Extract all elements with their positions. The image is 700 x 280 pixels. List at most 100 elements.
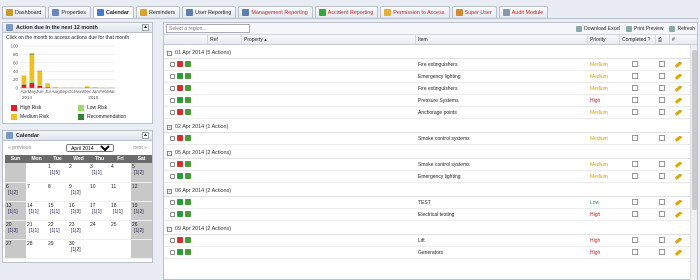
expand-row-icon[interactable] (170, 61, 175, 67)
day-action-count[interactable]: [1|1] (50, 209, 67, 215)
day-action-count[interactable]: [1|1] (29, 228, 46, 234)
tab-accident-reporting[interactable]: Accident Reporting (314, 6, 379, 18)
table-row[interactable]: Electrical testing High (164, 209, 697, 221)
risk-icon[interactable] (177, 60, 183, 67)
risk-icon[interactable] (177, 172, 183, 179)
calendar-day[interactable]: 1 [1|5] (47, 163, 68, 183)
expand-row-icon[interactable] (170, 173, 175, 179)
day-action-count[interactable]: [1|1] (50, 228, 67, 234)
edit-pencil-icon[interactable] (674, 237, 683, 244)
risk-icon[interactable] (177, 160, 183, 167)
calendar-day[interactable]: 11 (110, 182, 131, 202)
edit-pencil-icon[interactable] (674, 211, 683, 218)
date-group-header[interactable]: −05 Apr 2014 (2 Actions) (164, 148, 697, 159)
print-checkbox[interactable] (659, 210, 665, 217)
action-icon[interactable] (185, 160, 191, 167)
edit-pencil-icon[interactable] (674, 173, 683, 180)
action-icon[interactable] (185, 84, 191, 91)
calendar-day[interactable]: 27 (5, 239, 26, 259)
print-checkbox[interactable] (659, 172, 665, 179)
risk-icon[interactable] (177, 248, 183, 255)
x-tick-label[interactable]: Jul (45, 89, 51, 94)
x-tick-label[interactable]: Jan (92, 89, 100, 94)
date-group-header[interactable]: −06 Apr 2014 (2 Actions) (164, 186, 697, 197)
completed-checkbox[interactable] (632, 248, 638, 255)
table-row[interactable]: Emergency lighting Medium (164, 171, 697, 183)
expand-row-icon[interactable] (170, 161, 175, 167)
day-action-count[interactable]: [1|5] (50, 170, 67, 176)
risk-icon[interactable] (177, 108, 183, 115)
risk-icon[interactable] (177, 198, 183, 205)
day-action-count[interactable]: [1|1] (29, 209, 46, 215)
edit-pencil-icon[interactable] (674, 135, 683, 142)
completed-checkbox[interactable] (632, 84, 638, 91)
calendar-day[interactable]: 15 [1|1] (47, 201, 68, 221)
action-icon[interactable] (185, 198, 191, 205)
completed-checkbox[interactable] (632, 198, 638, 205)
header-item[interactable]: Item (416, 34, 588, 45)
collapse-icon[interactable]: ▲ (142, 24, 149, 31)
bar-medium-risk[interactable] (29, 54, 35, 81)
expand-row-icon[interactable] (170, 97, 175, 103)
calendar-day[interactable]: 24 (89, 220, 110, 240)
region-select[interactable] (166, 24, 250, 33)
action-icon[interactable] (185, 172, 191, 179)
tab-properties[interactable]: Properties (48, 6, 91, 18)
action-icon[interactable] (185, 248, 191, 255)
edit-pencil-icon[interactable] (674, 249, 683, 256)
completed-checkbox[interactable] (632, 172, 638, 179)
calendar-day[interactable]: 30 [1|2] (68, 239, 89, 259)
day-action-count[interactable]: [1|2] (71, 190, 88, 196)
day-action-count[interactable]: [1|1] (92, 170, 109, 176)
calendar-day[interactable]: 4 (110, 163, 131, 183)
day-action-count[interactable]: [1|2] (8, 190, 25, 196)
expand-row-icon[interactable] (170, 199, 175, 205)
expand-row-icon[interactable] (170, 237, 175, 243)
calendar-day[interactable]: 19 [1|2] (131, 201, 152, 221)
date-group-header[interactable]: −09 Apr 2014 (2 Actions) (164, 224, 697, 235)
completed-checkbox[interactable] (632, 60, 638, 67)
calendar-day[interactable]: 13 [1|1] (5, 201, 26, 221)
expand-row-icon[interactable] (170, 249, 175, 255)
x-tick-label[interactable]: Sep (60, 89, 69, 94)
expand-row-icon[interactable] (170, 109, 175, 115)
tab-user-reporting[interactable]: User Reporting (182, 6, 237, 18)
next-month-link[interactable]: next » (133, 145, 147, 151)
risk-icon[interactable] (177, 96, 183, 103)
table-row[interactable]: Smoke control systems Medium (164, 159, 697, 171)
edit-pencil-icon[interactable] (674, 85, 683, 92)
table-row[interactable]: Lift High (164, 235, 697, 247)
calendar-day[interactable]: 29 (47, 239, 68, 259)
day-action-count[interactable]: [1|2] (71, 228, 88, 234)
tab-super-user[interactable]: Super User (451, 6, 497, 18)
collapse-icon[interactable]: ▲ (142, 132, 149, 139)
tab-dashboard[interactable]: Dashboard (2, 6, 47, 18)
bar-low-risk[interactable] (29, 80, 35, 83)
print-checkbox[interactable] (659, 108, 665, 115)
refresh-button[interactable]: Refresh (669, 25, 695, 32)
month-select[interactable]: April 2014 (66, 144, 115, 152)
edit-pencil-icon[interactable] (674, 97, 683, 104)
calendar-day[interactable]: 16 [1|3] (68, 201, 89, 221)
calendar-day[interactable]: 5 [1|2] (131, 163, 152, 183)
bar-medium-risk[interactable] (37, 71, 43, 85)
bar-recommendation[interactable] (29, 53, 35, 55)
bar-high-risk[interactable] (37, 85, 43, 88)
collapse-group-icon[interactable]: − (167, 124, 172, 130)
calendar-day[interactable]: 14 [1|1] (26, 201, 47, 221)
table-row[interactable]: Fire extinguishers Medium (164, 83, 697, 95)
bar-low-risk[interactable] (21, 82, 27, 85)
completed-checkbox[interactable] (632, 108, 638, 115)
bar-medium-risk[interactable] (84, 86, 90, 88)
download-excel-button[interactable]: Download Excel (576, 25, 620, 32)
print-preview-button[interactable]: Print Preview (626, 25, 663, 32)
action-icon[interactable] (185, 210, 191, 217)
day-action-count[interactable]: [1|2] (134, 209, 151, 215)
tab-reminders[interactable]: Reminders (136, 6, 181, 18)
risk-icon[interactable] (177, 236, 183, 243)
action-icon[interactable] (185, 96, 191, 103)
print-checkbox[interactable] (659, 72, 665, 79)
print-checkbox[interactable] (659, 134, 665, 141)
print-checkbox[interactable] (659, 248, 665, 255)
collapse-group-icon[interactable]: − (167, 188, 172, 194)
